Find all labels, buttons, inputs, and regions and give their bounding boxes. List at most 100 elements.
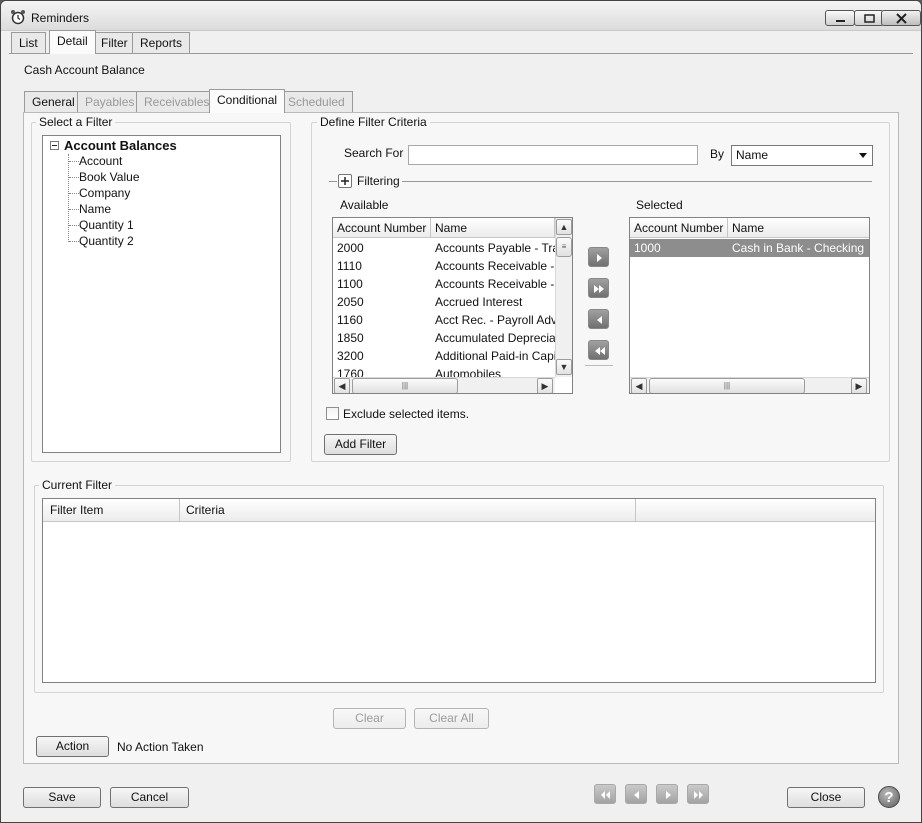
scroll-thumb[interactable]: ≡	[556, 237, 572, 257]
move-all-right-button[interactable]	[588, 278, 609, 298]
col-name[interactable]: Name	[431, 218, 555, 238]
tree-item-company[interactable]: Company	[79, 186, 130, 200]
cell-account-number: 2000	[337, 241, 364, 255]
cell-name: Accumulated Depreciation	[435, 331, 555, 345]
alarm-clock-icon	[11, 10, 25, 25]
record-title: Cash Account Balance	[24, 63, 145, 77]
table-row[interactable]: 2050 Accrued Interest	[333, 293, 572, 311]
search-input[interactable]	[409, 146, 697, 164]
table-row[interactable]: 1850 Accumulated Depreciation	[333, 329, 572, 347]
table-row[interactable]: 2000 Accounts Payable - Trade	[333, 239, 572, 257]
scroll-down-icon[interactable]: ▼	[556, 359, 572, 375]
scroll-left-icon[interactable]: ◀	[631, 378, 647, 393]
current-filter-legend: Current Filter	[39, 478, 116, 492]
col-account-number[interactable]: Account Number	[630, 218, 728, 238]
tree-line	[69, 161, 79, 162]
arrow-right-icon	[597, 254, 602, 262]
tree-line	[68, 154, 69, 242]
action-button[interactable]: Action	[36, 736, 109, 757]
col-criteria[interactable]: Criteria	[180, 499, 636, 522]
cell-account-number: 1110	[337, 259, 362, 273]
col-name[interactable]: Name	[728, 218, 869, 238]
table-row[interactable]: 1000 Cash in Bank - Checking	[630, 239, 869, 257]
scroll-left-icon[interactable]: ◀	[334, 378, 350, 393]
minimize-button[interactable]	[825, 10, 855, 26]
cell-name: Accrued Interest	[435, 295, 523, 309]
scroll-up-icon[interactable]: ▲	[556, 219, 572, 235]
tab-list[interactable]: List	[11, 32, 46, 54]
exclude-selected-checkbox[interactable]	[326, 407, 339, 420]
selected-horizontal-scrollbar[interactable]: ◀ ||| ▶	[630, 377, 869, 393]
cancel-button[interactable]: Cancel	[110, 787, 189, 808]
reminders-window: Reminders List Detail Filter Reports Cas…	[0, 0, 922, 823]
tab-payables: Payables	[77, 91, 143, 113]
next-record-button[interactable]	[656, 784, 678, 804]
search-for-label: Search For	[344, 146, 404, 160]
move-left-button[interactable]	[588, 309, 609, 329]
selected-label: Selected	[636, 198, 683, 212]
chevron-down-icon	[859, 153, 867, 158]
maximize-button[interactable]	[854, 10, 884, 26]
tab-receivables: Receivables	[136, 91, 218, 113]
select-filter-legend: Select a Filter	[36, 115, 116, 129]
table-row[interactable]: 1110 Accounts Receivable - Bu	[333, 257, 572, 275]
filtering-toggle-button[interactable]	[338, 174, 352, 188]
clear-button: Clear	[333, 708, 406, 729]
table-row[interactable]: 1160 Acct Rec. - Payroll Advan	[333, 311, 572, 329]
tree-item-name[interactable]: Name	[79, 202, 111, 216]
last-record-button[interactable]	[687, 784, 709, 804]
close-button[interactable]: Close	[787, 787, 865, 808]
action-status: No Action Taken	[117, 740, 204, 754]
tree-root-account-balances[interactable]: Account Balances	[64, 138, 177, 153]
scroll-thumb[interactable]: |||	[352, 378, 458, 393]
available-vertical-scrollbar[interactable]: ▲ ≡ ▼	[555, 218, 572, 377]
search-by-select[interactable]: Name	[731, 145, 873, 166]
scroll-right-icon[interactable]: ▶	[537, 378, 553, 393]
available-grid-header: Account Number Name	[333, 218, 572, 238]
move-right-button[interactable]	[588, 247, 609, 267]
selected-grid-header: Account Number Name	[630, 218, 869, 238]
cell-account-number: 1000	[634, 241, 661, 255]
move-all-left-button[interactable]	[588, 340, 609, 360]
col-filter-item[interactable]: Filter Item	[43, 499, 180, 522]
filter-tree[interactable]: Account Balances Account Book Value Comp…	[42, 135, 281, 453]
cell-account-number: 1100	[337, 277, 363, 291]
col-account-number[interactable]: Account Number	[333, 218, 431, 238]
tree-line	[69, 225, 79, 226]
by-label: By	[710, 147, 725, 161]
tree-item-quantity-1[interactable]: Quantity 1	[79, 218, 134, 232]
previous-record-button[interactable]	[625, 784, 647, 804]
collapse-icon[interactable]	[50, 141, 59, 150]
table-row[interactable]: 3200 Additional Paid-in Capital	[333, 347, 572, 365]
define-criteria-legend: Define Filter Criteria	[317, 115, 430, 129]
tab-reports[interactable]: Reports	[132, 32, 191, 54]
move-buttons-divider	[585, 365, 613, 366]
scroll-thumb[interactable]: |||	[649, 378, 805, 393]
add-filter-button[interactable]: Add Filter	[324, 434, 397, 455]
current-filter-grid[interactable]: Filter Item Criteria	[42, 498, 876, 683]
help-icon[interactable]: ?	[878, 786, 900, 808]
save-button[interactable]: Save	[23, 787, 101, 808]
tree-item-book-value[interactable]: Book Value	[79, 170, 140, 184]
tab-detail[interactable]: Detail	[49, 30, 96, 54]
tree-item-quantity-2[interactable]: Quantity 2	[79, 234, 134, 248]
close-icon	[896, 13, 907, 24]
tab-conditional[interactable]: Conditional	[209, 89, 286, 113]
tree-item-account[interactable]: Account	[79, 154, 122, 168]
first-record-button[interactable]	[594, 784, 616, 804]
cell-name: Accounts Receivable - Re	[435, 277, 555, 291]
tree-line	[69, 193, 79, 194]
double-arrow-left-icon	[601, 791, 610, 799]
table-row[interactable]: 1100 Accounts Receivable - Re	[333, 275, 572, 293]
available-horizontal-scrollbar[interactable]: ◀ ||| ▶	[333, 377, 555, 393]
window-close-button[interactable]	[881, 10, 921, 26]
available-grid[interactable]: Account Number Name 2000 Accounts Payable…	[332, 217, 573, 394]
available-label: Available	[340, 198, 389, 212]
minimize-icon	[836, 20, 845, 22]
double-arrow-right-icon	[694, 791, 703, 799]
selected-grid[interactable]: Account Number Name 1000 Cash in Bank - C…	[629, 217, 870, 394]
tab-general[interactable]: General	[24, 91, 83, 113]
arrow-left-icon	[634, 791, 639, 799]
tab-filter[interactable]: Filter	[93, 32, 136, 54]
scroll-right-icon[interactable]: ▶	[851, 378, 867, 393]
